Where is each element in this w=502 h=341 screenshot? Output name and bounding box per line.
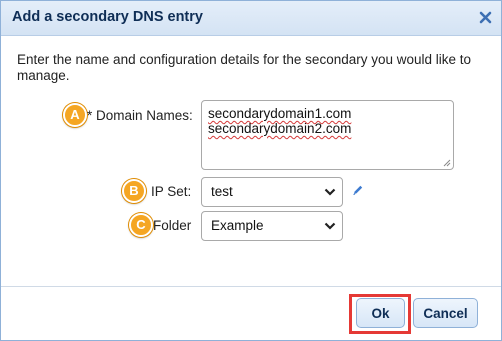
close-icon[interactable] <box>478 10 493 25</box>
dialog-title: Add a secondary DNS entry <box>12 9 203 25</box>
dialog-titlebar: Add a secondary DNS entry <box>1 1 501 36</box>
ip-set-selected-value: test <box>211 184 233 199</box>
add-secondary-dns-dialog: Add a secondary DNS entry Enter the name… <box>0 0 502 341</box>
domain-names-label: * Domain Names: <box>87 108 193 123</box>
resize-handle-icon[interactable] <box>443 159 451 167</box>
pencil-icon[interactable] <box>352 184 364 196</box>
folder-selected-value: Example <box>211 218 264 233</box>
domain-name-line: secondarydomain2.com <box>208 121 352 136</box>
ok-button-highlight <box>349 294 411 334</box>
annotation-badge-c: C <box>129 213 153 237</box>
cancel-button[interactable]: Cancel <box>413 298 478 328</box>
folder-select[interactable]: Example <box>201 211 343 241</box>
domain-names-textarea[interactable]: secondarydomain1.com secondarydomain2.co… <box>201 100 454 170</box>
chevron-down-icon <box>324 188 336 196</box>
ip-set-select[interactable]: test <box>201 177 343 207</box>
chevron-down-icon <box>324 222 336 230</box>
annotation-badge-b: B <box>122 179 146 203</box>
annotation-badge-a: A <box>63 103 87 127</box>
domain-name-line: secondarydomain1.com <box>208 106 352 121</box>
dialog-description: Enter the name and configuration details… <box>17 52 472 83</box>
ip-set-label: IP Set: <box>151 184 192 199</box>
footer-divider <box>1 286 501 287</box>
folder-label: Folder <box>153 218 192 233</box>
domain-names-label-text: Domain Names: <box>92 108 193 123</box>
